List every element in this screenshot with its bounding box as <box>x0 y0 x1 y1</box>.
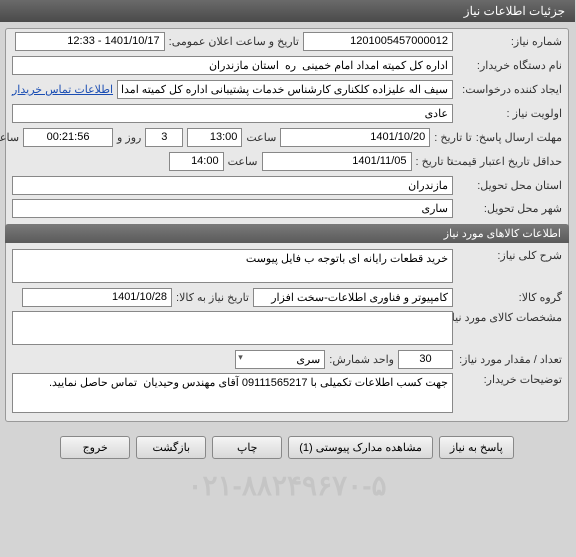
label-need-date: تاریخ نیاز به کالا: <box>177 291 250 304</box>
label-remaining: ساعت باقی مانده <box>0 131 20 144</box>
field-qty[interactable] <box>399 350 454 369</box>
print-button[interactable]: چاپ <box>213 436 283 459</box>
field-notes[interactable] <box>13 373 454 413</box>
watermark-phone: ۰۲۱-۸۸۲۴۹۶۷۰-۵ <box>188 469 387 502</box>
field-need-date[interactable] <box>23 288 173 307</box>
label-hour-2: ساعت <box>229 155 259 168</box>
field-unit[interactable] <box>236 350 326 369</box>
label-creator: ایجاد کننده درخواست: <box>458 83 563 96</box>
window-title: جزئیات اطلاعات نیاز <box>465 4 566 18</box>
field-desc[interactable] <box>13 249 454 283</box>
label-min-valid: حداقل تاریخ اعتبار قیمت: <box>458 155 563 168</box>
label-unit: واحد شمارش: <box>330 353 395 366</box>
reply-button[interactable]: پاسخ به نیاز <box>440 436 515 459</box>
field-days-left[interactable] <box>146 128 184 147</box>
field-org[interactable] <box>13 56 454 75</box>
label-spec: مشخصات کالای مورد نیاز: <box>458 311 563 324</box>
label-notes: توضیحات خریدار: <box>458 373 563 386</box>
label-pub-date: تاریخ و ساعت اعلان عمومی: <box>170 35 300 48</box>
field-pub-date[interactable] <box>16 32 166 51</box>
back-button[interactable]: بازگشت <box>137 436 207 459</box>
label-priority: اولویت نیاز : <box>458 107 563 120</box>
section-header-goods: اطلاعات کالاهای مورد نیاز <box>6 224 570 243</box>
field-req-no[interactable] <box>304 32 454 51</box>
label-hour-1: ساعت <box>247 131 277 144</box>
field-province[interactable] <box>13 176 454 195</box>
field-group[interactable] <box>254 288 454 307</box>
label-province: استان محل تحویل: <box>458 179 563 192</box>
link-contact-info[interactable]: اطلاعات تماس خریدار <box>13 83 114 96</box>
exit-button[interactable]: خروج <box>61 436 131 459</box>
label-desc: شرح کلی نیاز: <box>458 249 563 262</box>
field-valid-date[interactable] <box>263 152 413 171</box>
main-panel: شماره نیاز: تاریخ و ساعت اعلان عمومی: نا… <box>6 28 570 422</box>
label-to-date-2: تا تاریخ : <box>417 155 454 168</box>
window-titlebar: جزئیات اطلاعات نیاز <box>0 0 576 22</box>
field-deadline-time[interactable] <box>188 128 243 147</box>
label-org: نام دستگاه خریدار: <box>458 59 563 72</box>
field-countdown[interactable] <box>24 128 114 147</box>
field-priority[interactable] <box>13 104 454 123</box>
label-req-no: شماره نیاز: <box>458 35 563 48</box>
label-city: شهر محل تحویل: <box>458 202 563 215</box>
label-to-date: تا تاریخ : <box>435 131 472 144</box>
label-qty: تعداد / مقدار مورد نیاز: <box>458 353 563 366</box>
field-city[interactable] <box>13 199 454 218</box>
field-deadline-date[interactable] <box>281 128 431 147</box>
field-creator[interactable] <box>118 80 454 99</box>
button-bar: پاسخ به نیاز مشاهده مدارک پیوستی (1) چاپ… <box>0 428 576 467</box>
attachments-button[interactable]: مشاهده مدارک پیوستی (1) <box>289 436 434 459</box>
label-group: گروه کالا: <box>458 291 563 304</box>
field-valid-time[interactable] <box>170 152 225 171</box>
label-days-and: روز و <box>118 131 142 144</box>
label-deadline: مهلت ارسال پاسخ: <box>477 131 563 144</box>
field-spec[interactable] <box>13 311 454 345</box>
